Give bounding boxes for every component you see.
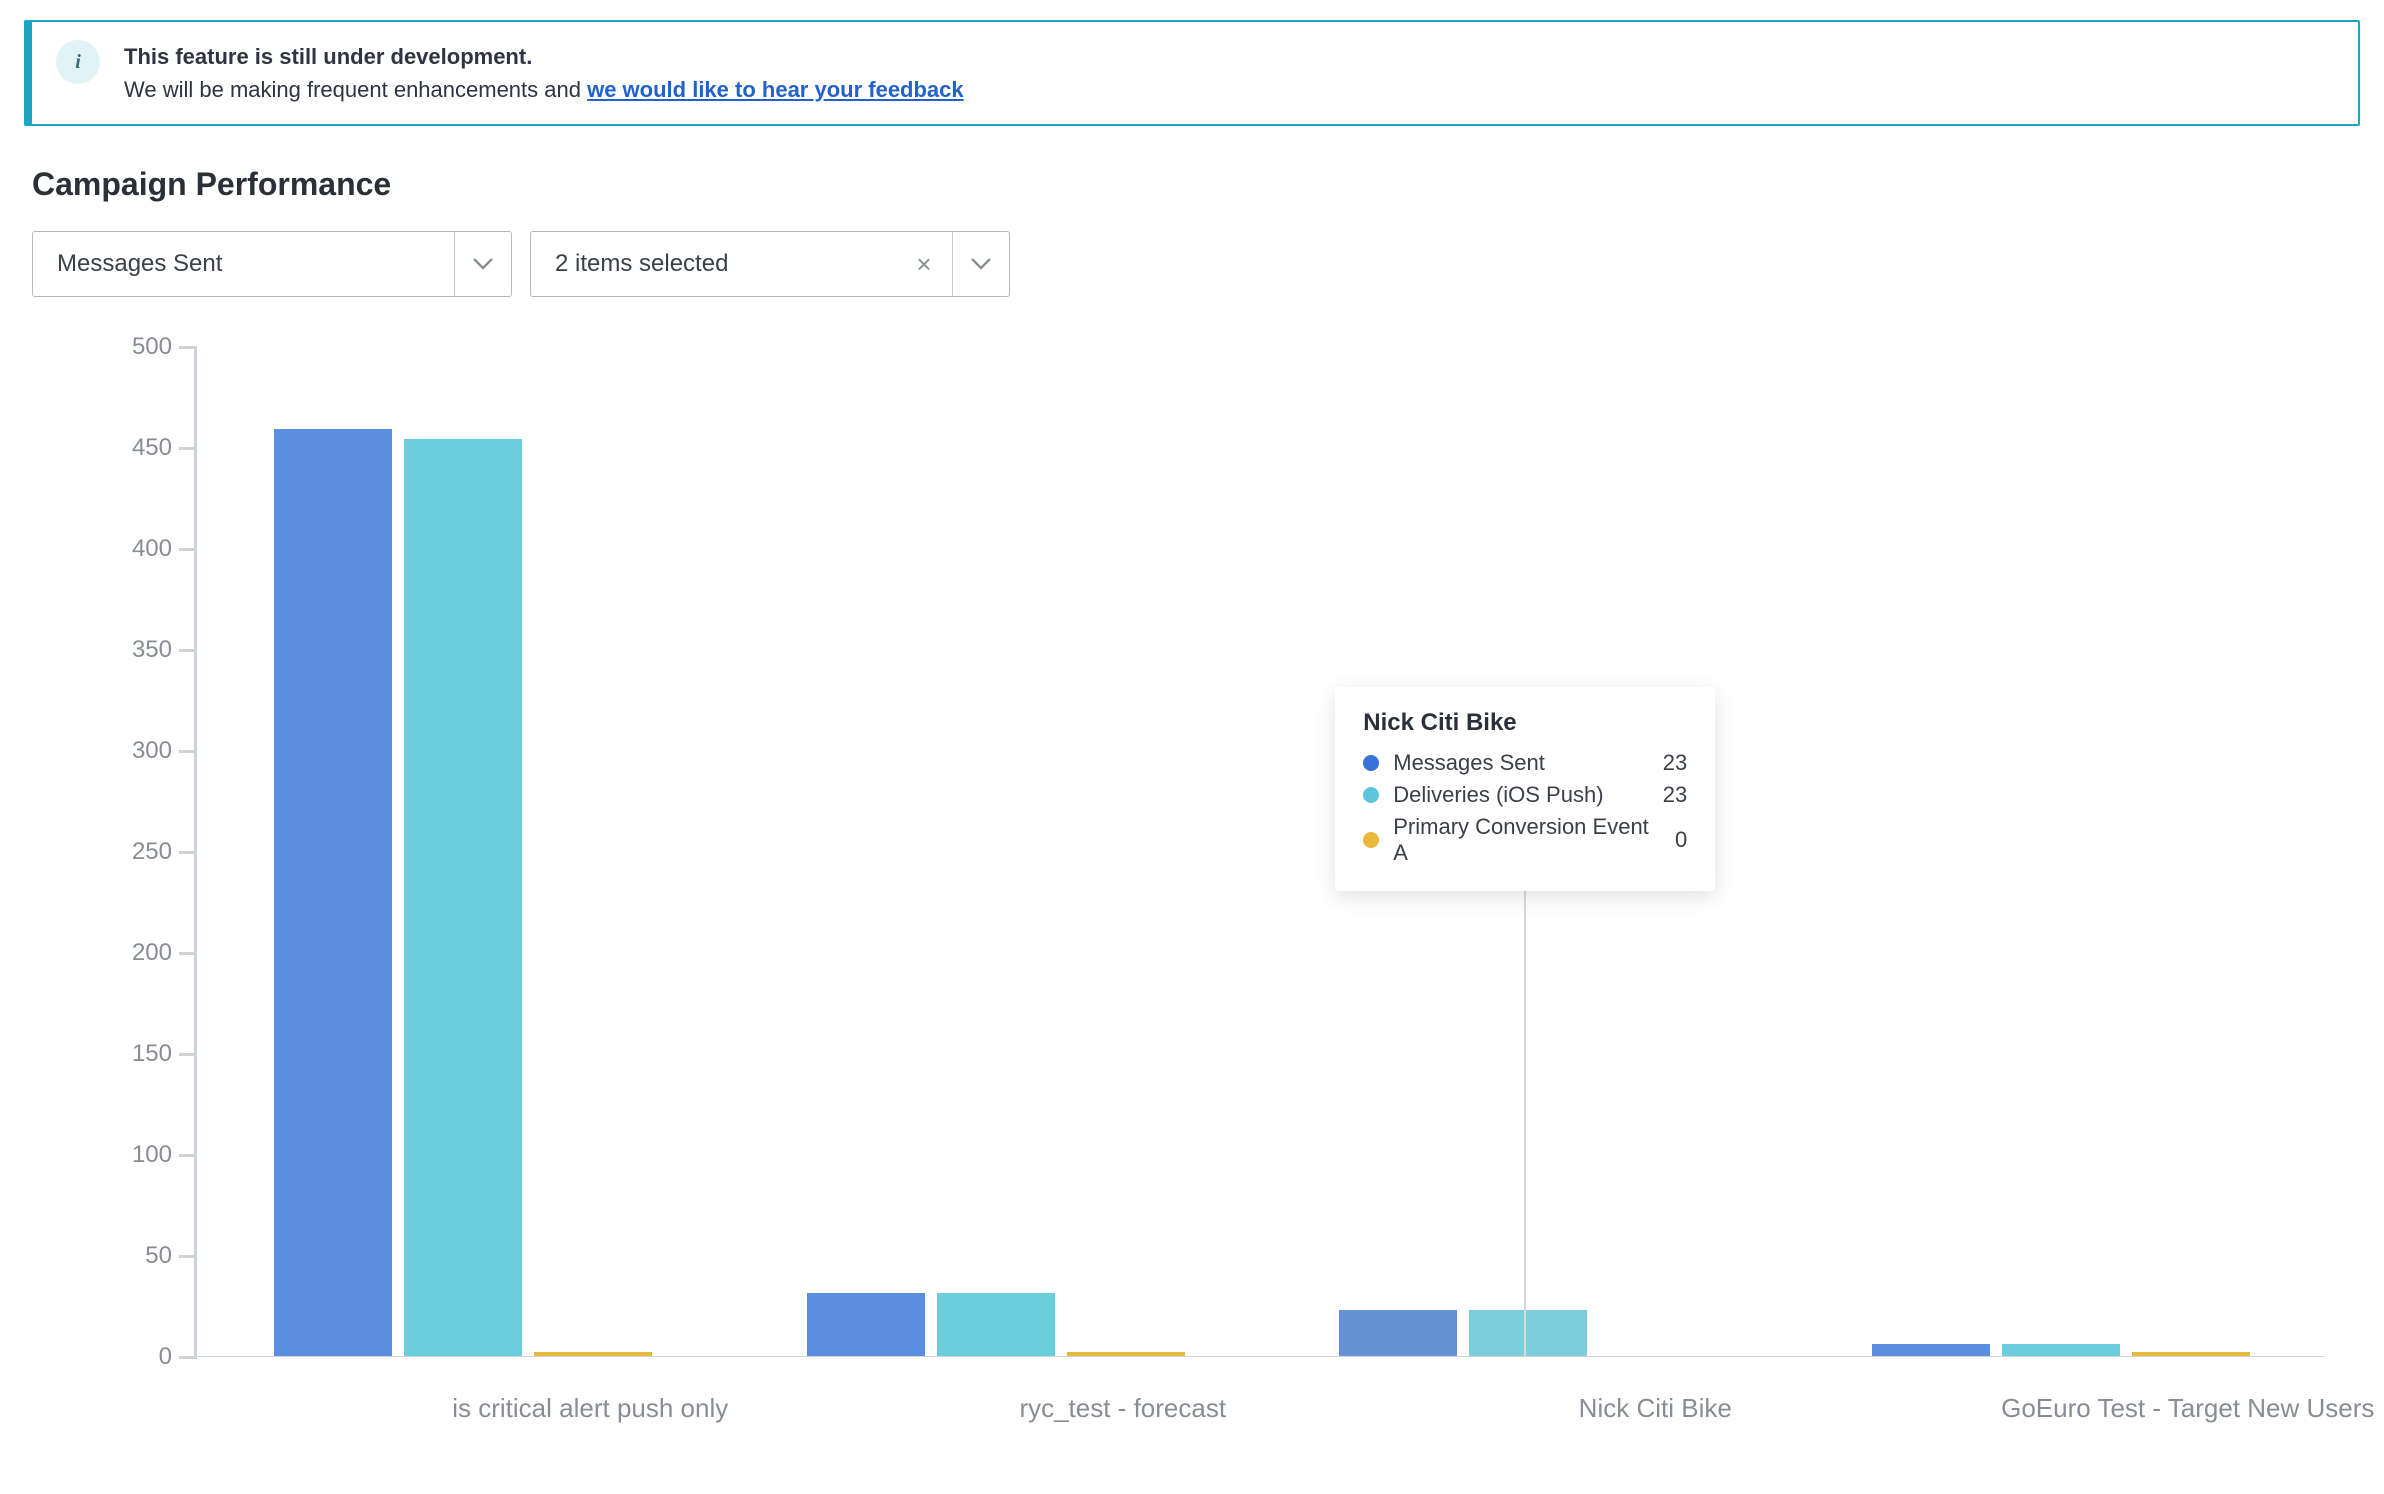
chevron-down-icon[interactable] [455,232,511,296]
tooltip-guide-line [1524,859,1526,1357]
banner-line1: This feature is still under development. [124,44,532,69]
x-tick-label: ryc_test - forecast [1019,1393,1226,1424]
y-tick-label: 300 [72,737,172,765]
items-select-value: 2 items selected [531,232,896,296]
y-tick-label: 0 [72,1343,172,1371]
metric-select-value: Messages Sent [33,232,454,296]
banner-line2-prefix: We will be making frequent enhancements … [124,77,587,102]
feedback-link[interactable]: we would like to hear your feedback [587,77,964,102]
campaign-performance-chart: 050100150200250300350400450500 [64,347,2324,1357]
y-tick-label: 100 [72,1141,172,1169]
bar-messages-sent[interactable] [1339,1310,1457,1356]
bar-messages-sent[interactable] [274,429,392,1356]
tooltip-series-name: Deliveries (iOS Push) [1393,782,1649,808]
y-axis: 050100150200250300350400450500 [64,347,184,1357]
bar-deliveries-ios-push-[interactable] [937,1293,1055,1356]
y-tick-label: 150 [72,1040,172,1068]
tooltip-row: Deliveries (iOS Push) 23 [1363,779,1687,811]
bar-deliveries-ios-push-[interactable] [1469,1310,1587,1356]
tooltip-series-value: 0 [1675,827,1687,853]
x-axis-labels: is critical alert push only ryc_test - fo… [194,1369,2336,1429]
y-tick-label: 350 [72,636,172,664]
x-tick-label: is critical alert push only [452,1393,728,1424]
y-tick-label: 400 [72,535,172,563]
tooltip-series-name: Messages Sent [1393,750,1649,776]
info-banner: i This feature is still under developmen… [24,20,2360,126]
banner-text: This feature is still under development.… [124,40,964,106]
y-tick-label: 250 [72,838,172,866]
tooltip-row: Messages Sent 23 [1363,747,1687,779]
tooltip-title: Nick Citi Bike [1363,709,1687,737]
y-tick-label: 450 [72,434,172,462]
items-select[interactable]: 2 items selected × [530,231,1010,297]
info-icon: i [56,40,100,84]
bar-deliveries-ios-push-[interactable] [2002,1344,2120,1356]
y-tick-label: 200 [72,939,172,967]
y-tick-label: 50 [72,1242,172,1270]
bar-primary-conversion-event-a[interactable] [534,1352,652,1356]
clear-icon[interactable]: × [896,232,952,296]
metric-select[interactable]: Messages Sent [32,231,512,297]
legend-swatch [1363,832,1379,848]
bar-deliveries-ios-push-[interactable] [404,439,522,1356]
plot-area [194,347,2324,1357]
bar-primary-conversion-event-a[interactable] [1067,1352,1185,1356]
tooltip-series-value: 23 [1663,782,1687,808]
controls-row: Messages Sent 2 items selected × [32,231,2360,297]
legend-swatch [1363,755,1379,771]
x-tick-label: GoEuro Test - Target New Users [2001,1393,2374,1424]
bar-messages-sent[interactable] [1872,1344,1990,1356]
chevron-down-icon[interactable] [953,232,1009,296]
y-tick-label: 500 [72,333,172,361]
tooltip-series-value: 23 [1663,750,1687,776]
x-tick-label: Nick Citi Bike [1579,1393,1732,1424]
bar-messages-sent[interactable] [807,1293,925,1356]
tooltip-series-name: Primary Conversion Event A [1393,814,1661,866]
tooltip-row: Primary Conversion Event A 0 [1363,811,1687,869]
legend-swatch [1363,787,1379,803]
bar-primary-conversion-event-a[interactable] [2132,1352,2250,1356]
page-title: Campaign Performance [32,166,2360,203]
chart-tooltip: Nick Citi Bike Messages Sent23Deliveries… [1335,687,1715,891]
